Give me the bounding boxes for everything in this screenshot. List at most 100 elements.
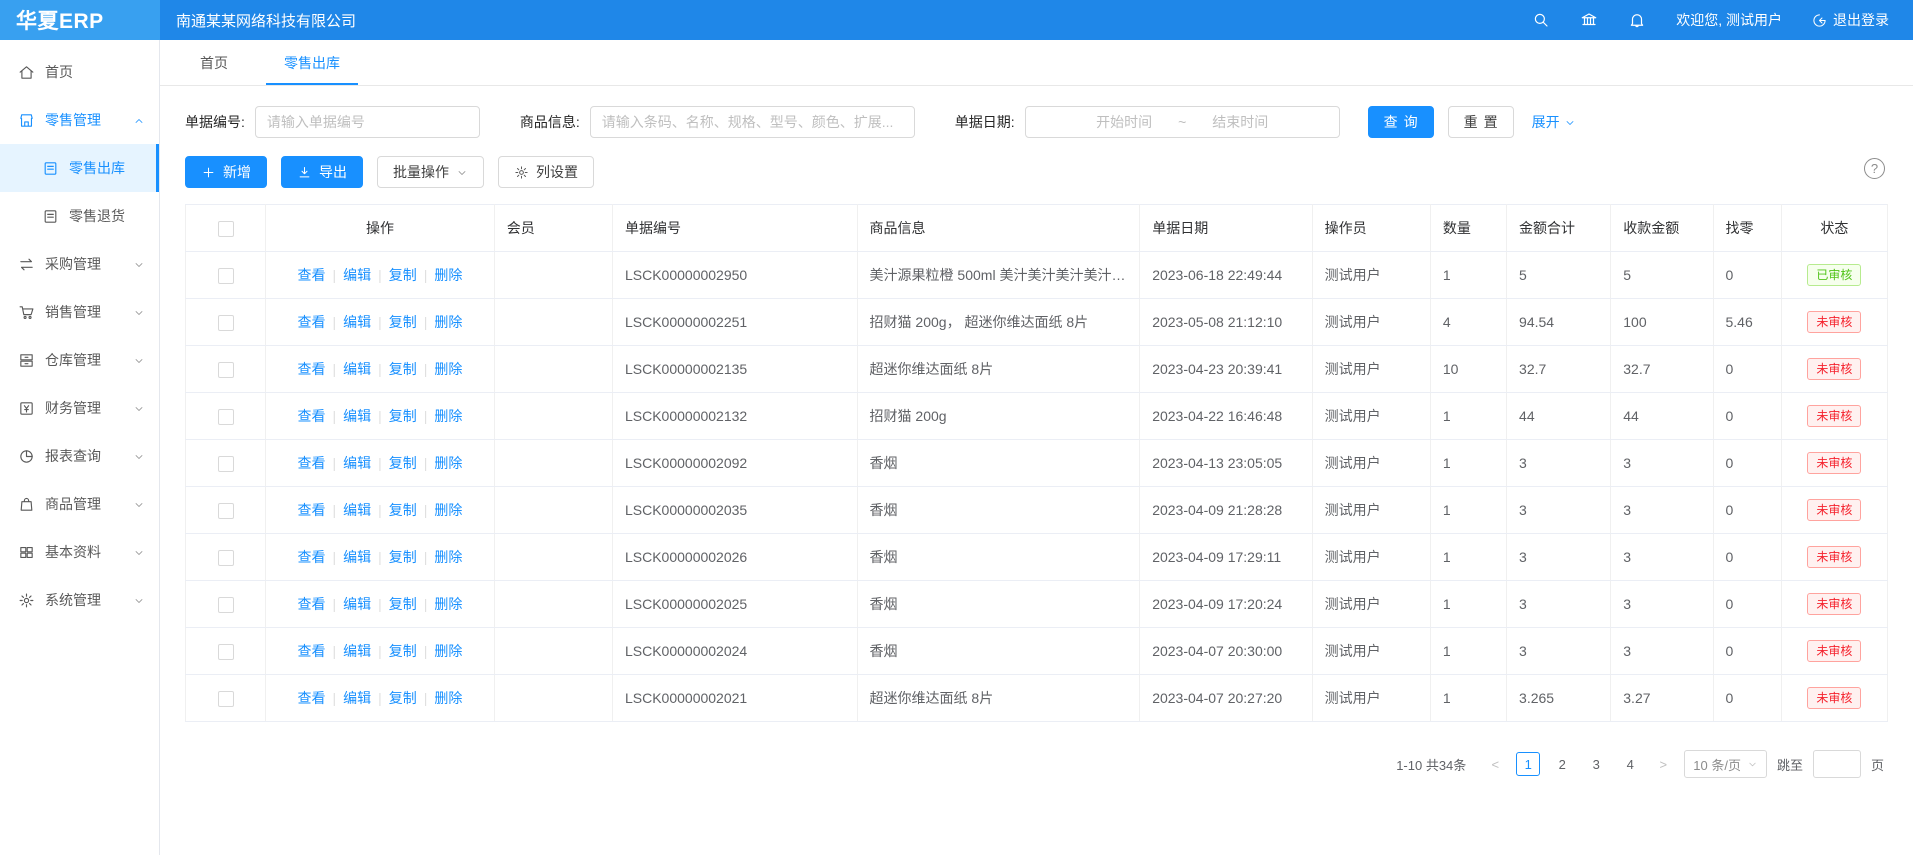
received-cell: 3	[1611, 534, 1713, 581]
change-cell: 0	[1713, 675, 1781, 722]
sidebar-item-basic-data[interactable]: 基本资料	[0, 528, 159, 576]
delete-link[interactable]: 删除	[434, 643, 462, 659]
edit-link[interactable]: 编辑	[343, 549, 371, 565]
edit-link[interactable]: 编辑	[343, 267, 371, 283]
select-all-checkbox[interactable]	[218, 221, 234, 237]
table-row: 查看|编辑|复制|删除 LSCK00000002035 香烟 2023-04-0…	[186, 487, 1888, 534]
sidebar-item-sales-management[interactable]: 销售管理	[0, 288, 159, 336]
copy-link[interactable]: 复制	[389, 408, 417, 424]
delete-link[interactable]: 删除	[434, 267, 462, 283]
plus-icon	[201, 165, 216, 180]
tab-home[interactable]: 首页	[200, 40, 228, 85]
delete-link[interactable]: 删除	[434, 314, 462, 330]
edit-link[interactable]: 编辑	[343, 690, 371, 706]
view-link[interactable]: 查看	[297, 690, 325, 706]
view-link[interactable]: 查看	[297, 643, 325, 659]
row-checkbox[interactable]	[218, 691, 234, 707]
row-checkbox[interactable]	[218, 315, 234, 331]
row-checkbox[interactable]	[218, 503, 234, 519]
row-checkbox[interactable]	[218, 362, 234, 378]
row-checkbox[interactable]	[218, 597, 234, 613]
product-info-input[interactable]	[590, 106, 915, 138]
edit-link[interactable]: 编辑	[343, 408, 371, 424]
page-button-2[interactable]: 2	[1550, 752, 1574, 776]
delete-link[interactable]: 删除	[434, 455, 462, 471]
row-checkbox[interactable]	[218, 644, 234, 660]
delete-link[interactable]: 删除	[434, 361, 462, 377]
view-link[interactable]: 查看	[297, 502, 325, 518]
order-no-input[interactable]	[255, 106, 480, 138]
column-settings-button[interactable]: 列设置	[498, 156, 594, 188]
qty-cell: 1	[1430, 581, 1506, 628]
copy-link[interactable]: 复制	[389, 690, 417, 706]
search-icon[interactable]	[1532, 11, 1550, 29]
page-size-select[interactable]: 10 条/页	[1684, 750, 1767, 778]
copy-link[interactable]: 复制	[389, 455, 417, 471]
sidebar-item-warehouse-management[interactable]: 仓库管理	[0, 336, 159, 384]
view-link[interactable]: 查看	[297, 267, 325, 283]
batch-actions-button[interactable]: 批量操作	[377, 156, 484, 188]
orders-table: 操作 会员 单据编号 商品信息 单据日期 操作员 数量 金额合计 收款金额 找零…	[185, 204, 1888, 722]
status-badge: 未审核	[1807, 311, 1861, 333]
sidebar-item-retail-outbound[interactable]: 零售出库	[0, 144, 159, 192]
export-button[interactable]: 导出	[281, 156, 363, 188]
copy-link[interactable]: 复制	[389, 502, 417, 518]
notification-bell-icon[interactable]	[1628, 11, 1646, 29]
add-button[interactable]: 新增	[185, 156, 267, 188]
view-link[interactable]: 查看	[297, 455, 325, 471]
view-link[interactable]: 查看	[297, 549, 325, 565]
received-cell: 3	[1611, 440, 1713, 487]
copy-link[interactable]: 复制	[389, 314, 417, 330]
help-icon[interactable]: ?	[1864, 158, 1885, 179]
copy-link[interactable]: 复制	[389, 361, 417, 377]
edit-link[interactable]: 编辑	[343, 361, 371, 377]
swap-icon	[18, 256, 35, 273]
delete-link[interactable]: 删除	[434, 690, 462, 706]
row-checkbox[interactable]	[218, 409, 234, 425]
table-row: 查看|编辑|复制|删除 LSCK00000002135 超迷你维达面纸 8片 2…	[186, 346, 1888, 393]
edit-link[interactable]: 编辑	[343, 455, 371, 471]
view-link[interactable]: 查看	[297, 596, 325, 612]
sidebar-item-retail-management[interactable]: 零售管理	[0, 96, 159, 144]
sidebar-item-purchase-management[interactable]: 采购管理	[0, 240, 159, 288]
tab-retail-outbound[interactable]: 零售出库	[284, 40, 340, 85]
sidebar-item-finance-management[interactable]: 财务管理	[0, 384, 159, 432]
page-button-4[interactable]: 4	[1618, 752, 1642, 776]
status-badge: 未审核	[1807, 405, 1861, 427]
view-link[interactable]: 查看	[297, 408, 325, 424]
sidebar-item-product-management[interactable]: 商品管理	[0, 480, 159, 528]
delete-link[interactable]: 删除	[434, 549, 462, 565]
copy-link[interactable]: 复制	[389, 267, 417, 283]
jump-to-page-input[interactable]	[1813, 750, 1861, 778]
copy-link[interactable]: 复制	[389, 549, 417, 565]
page-button-3[interactable]: 3	[1584, 752, 1608, 776]
next-page-button[interactable]: >	[1652, 757, 1674, 772]
date-range-input[interactable]: 开始时间 ~ 结束时间	[1025, 106, 1340, 138]
reset-button[interactable]: 重置	[1448, 106, 1514, 138]
row-checkbox[interactable]	[218, 550, 234, 566]
edit-link[interactable]: 编辑	[343, 314, 371, 330]
edit-link[interactable]: 编辑	[343, 596, 371, 612]
delete-link[interactable]: 删除	[434, 596, 462, 612]
sidebar-item-retail-return[interactable]: 零售退货	[0, 192, 159, 240]
platform-icon[interactable]	[1580, 11, 1598, 29]
edit-link[interactable]: 编辑	[343, 643, 371, 659]
page-button-1[interactable]: 1	[1516, 752, 1540, 776]
copy-link[interactable]: 复制	[389, 596, 417, 612]
search-button[interactable]: 查询	[1368, 106, 1434, 138]
delete-link[interactable]: 删除	[434, 502, 462, 518]
prev-page-button[interactable]: <	[1484, 757, 1506, 772]
delete-link[interactable]: 删除	[434, 408, 462, 424]
sidebar-item-system-management[interactable]: 系统管理	[0, 576, 159, 624]
status-badge: 未审核	[1807, 546, 1861, 568]
sidebar-item-home[interactable]: 首页	[0, 48, 159, 96]
logout-button[interactable]: 退出登录	[1812, 10, 1889, 30]
row-checkbox[interactable]	[218, 268, 234, 284]
view-link[interactable]: 查看	[297, 314, 325, 330]
copy-link[interactable]: 复制	[389, 643, 417, 659]
sidebar-item-report-query[interactable]: 报表查询	[0, 432, 159, 480]
edit-link[interactable]: 编辑	[343, 502, 371, 518]
view-link[interactable]: 查看	[297, 361, 325, 377]
row-checkbox[interactable]	[218, 456, 234, 472]
expand-link[interactable]: 展开	[1532, 112, 1576, 132]
